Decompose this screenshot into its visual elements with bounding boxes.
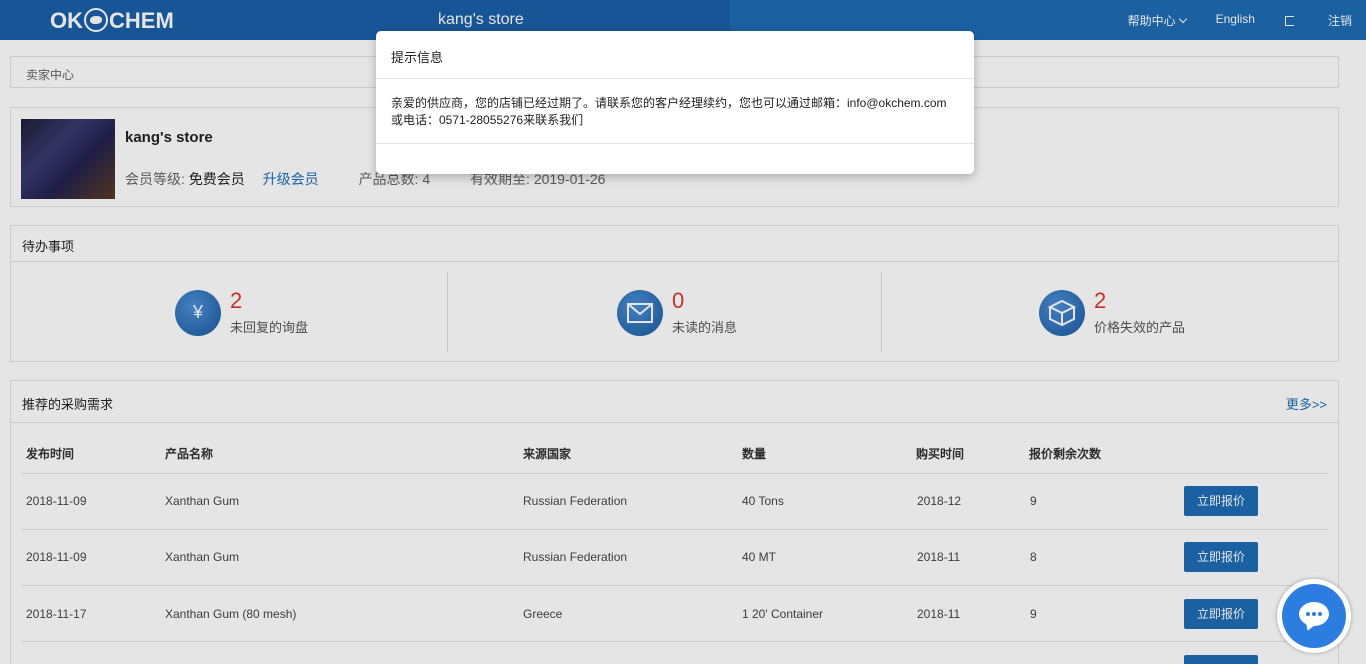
notice-dialog: 提示信息 亲爱的供应商，您的店铺已经过期了。请联系您的客户经理续约，您也可以通过…	[376, 31, 974, 174]
dialog-title: 提示信息	[376, 31, 974, 79]
dot	[1306, 612, 1310, 616]
dialog-message-line: 亲爱的供应商，您的店铺已经过期了。请联系您的客户经理续约，您也可以通过邮箱：in…	[391, 96, 947, 110]
dialog-message-line: 或电话：0571-28055276来联系我们	[391, 113, 584, 127]
chat-circle	[1282, 584, 1346, 648]
dot	[1312, 612, 1316, 616]
dialog-body: 亲爱的供应商，您的店铺已经过期了。请联系您的客户经理续约，您也可以通过邮箱：in…	[376, 79, 974, 144]
chat-widget-button[interactable]	[1277, 579, 1351, 653]
dot	[1318, 612, 1322, 616]
chat-bubble-icon	[1299, 602, 1329, 626]
